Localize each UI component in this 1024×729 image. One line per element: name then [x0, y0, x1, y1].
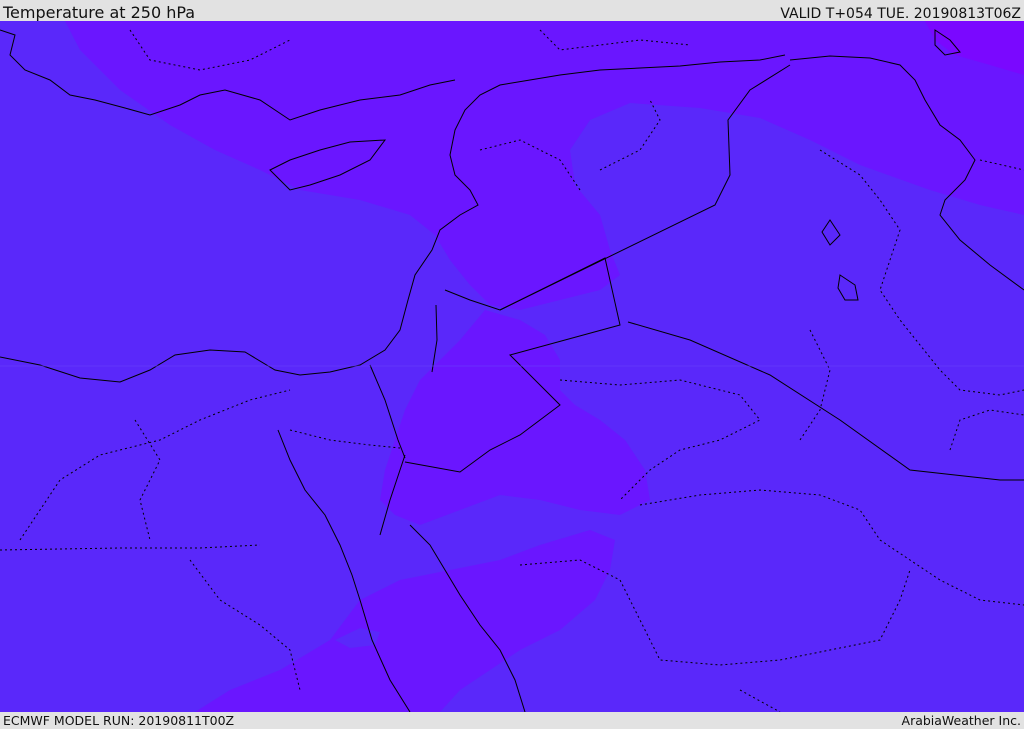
map-footer: ECMWF MODEL RUN: 20190811T00Z ArabiaWeat… [0, 712, 1024, 729]
temperature-map[interactable] [0, 21, 1024, 712]
map-title: Temperature at 250 hPa [3, 3, 196, 22]
map-canvas [0, 21, 1024, 712]
credit-label: ArabiaWeather Inc. [901, 713, 1021, 728]
model-run-label: ECMWF MODEL RUN: 20190811T00Z [3, 713, 235, 728]
map-header: Temperature at 250 hPa VALID T+054 TUE. … [0, 0, 1024, 22]
